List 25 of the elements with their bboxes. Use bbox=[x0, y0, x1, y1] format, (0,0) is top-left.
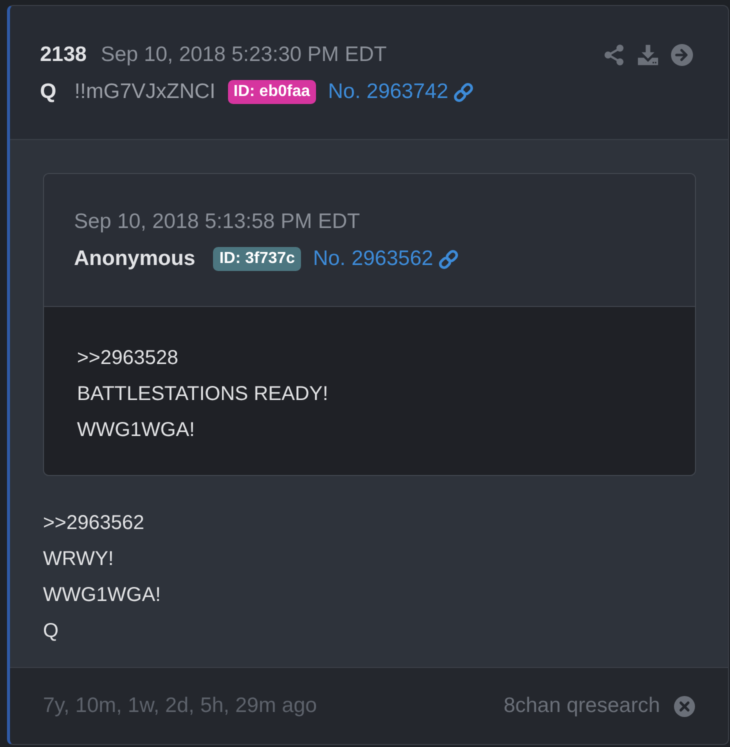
post-date: Sep 10, 2018 5:13:58 PM EDT bbox=[74, 210, 360, 234]
post-age: 7y, 10m, 1w, 2d, 5h, 29m ago bbox=[43, 694, 317, 718]
post-text-line: >>2963562 bbox=[43, 511, 146, 536]
post-link[interactable]: No. 2963562 bbox=[312, 247, 434, 271]
post-text-line: Q bbox=[43, 619, 60, 644]
post-text-line: BATTLESTATIONS READY! bbox=[77, 382, 330, 407]
close-icon[interactable] bbox=[674, 696, 695, 716]
author-name: Anonymous bbox=[74, 247, 196, 271]
post-text-line: WRWY! bbox=[43, 547, 115, 572]
post-link[interactable]: No. 2963742 bbox=[328, 80, 448, 104]
post-text-line: >>2963528 bbox=[77, 346, 180, 371]
author-name: Q bbox=[40, 80, 56, 104]
share-icon[interactable] bbox=[603, 44, 625, 66]
arrow-right-circle-icon[interactable] bbox=[671, 44, 693, 66]
link-icon[interactable] bbox=[453, 82, 474, 102]
post-source: 8chan qresearch bbox=[504, 694, 660, 718]
post-text-line: WWG1WGA! bbox=[77, 418, 196, 443]
link-icon[interactable] bbox=[438, 248, 460, 270]
tripcode: !!mG7VJxZNCI bbox=[74, 80, 216, 104]
post-text-line: WWG1WGA! bbox=[43, 583, 162, 608]
post-number: 2138 bbox=[40, 43, 87, 67]
download-icon[interactable] bbox=[637, 44, 659, 66]
id-badge: ID: 3f737c bbox=[213, 247, 301, 271]
id-badge: ID: eb0faa bbox=[228, 80, 316, 104]
post-date: Sep 10, 2018 5:23:30 PM EDT bbox=[100, 43, 387, 67]
